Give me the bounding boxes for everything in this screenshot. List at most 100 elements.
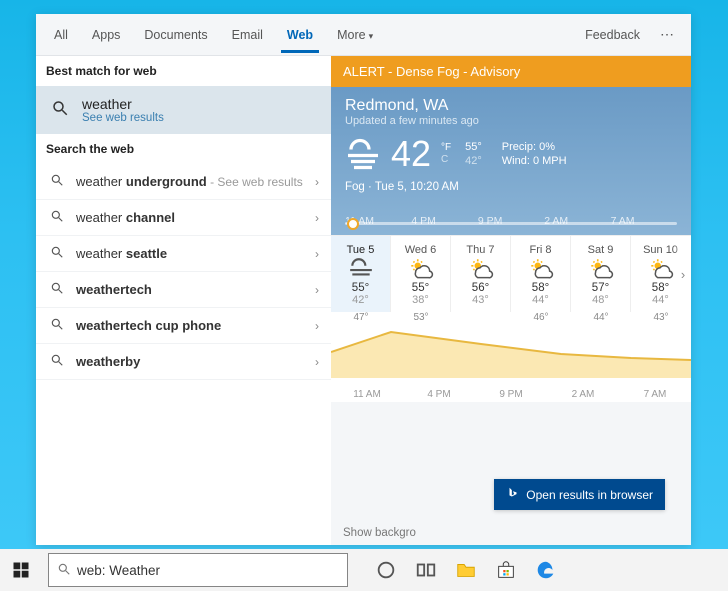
forecast-day-label: Fri 8 xyxy=(511,244,570,256)
web-suggestion[interactable]: weatherby › xyxy=(36,344,331,380)
forecast-day[interactable]: Tue 5 55°42° xyxy=(331,236,391,312)
forecast-hi: 57° xyxy=(571,282,630,294)
chevron-right-icon: › xyxy=(315,175,319,189)
lo-temp: 42° xyxy=(465,154,482,168)
timeline-tick: 9 PM xyxy=(478,215,544,227)
forecast-day[interactable]: Sat 957°48° xyxy=(571,236,631,312)
show-background-label: Show backgro xyxy=(343,527,416,539)
chevron-right-icon: › xyxy=(315,319,319,333)
wind-label: Wind: 0 MPH xyxy=(502,154,567,168)
temperature-chart: 47°53°46°44°43° 11 AM4 PM9 PM2 AM7 AM xyxy=(331,312,691,402)
search-icon xyxy=(48,353,66,370)
timeline-tick: 4 PM xyxy=(411,215,477,227)
suggestion-text: weatherby xyxy=(76,354,305,369)
fog-icon xyxy=(331,256,390,282)
best-match-subtitle: See web results xyxy=(82,112,164,124)
tab-more[interactable]: More▾ xyxy=(325,18,385,52)
tab-all[interactable]: All xyxy=(42,18,80,52)
web-suggestion[interactable]: weather underground - See web results › xyxy=(36,164,331,200)
hi-temp: 55° xyxy=(465,140,482,154)
overflow-menu-icon[interactable]: ⋯ xyxy=(650,26,685,43)
forecast-hi: 55° xyxy=(331,282,390,294)
weather-hero: Redmond, WA Updated a few minutes ago 42… xyxy=(331,87,691,235)
chevron-down-icon: ▾ xyxy=(369,31,374,42)
chevron-right-icon: › xyxy=(315,355,319,369)
search-icon xyxy=(48,245,66,262)
best-match-title: weather xyxy=(82,96,164,112)
forecast-day-label: Thu 7 xyxy=(451,244,510,256)
suggestion-text: weather underground - See web results xyxy=(76,174,305,189)
open-in-browser-button[interactable]: Open results in browser xyxy=(494,479,665,510)
forecast-hi: 56° xyxy=(451,282,510,294)
graph-x-label: 9 PM xyxy=(475,389,547,400)
search-icon xyxy=(48,281,66,298)
slider-track xyxy=(345,222,677,225)
forecast-day[interactable]: Wed 655°38° xyxy=(391,236,451,312)
forecast-lo: 42° xyxy=(331,294,390,306)
sun-icon xyxy=(571,256,630,282)
tab-documents[interactable]: Documents xyxy=(132,18,219,52)
best-match-header: Best match for web xyxy=(36,56,331,86)
filter-tabs: AllAppsDocumentsEmailWebMore▾ Feedback ⋯ xyxy=(36,14,691,56)
sun-icon xyxy=(391,256,450,282)
open-in-browser-label: Open results in browser xyxy=(526,488,653,502)
search-input[interactable] xyxy=(77,563,339,578)
search-panel: AllAppsDocumentsEmailWebMore▾ Feedback ⋯… xyxy=(36,14,691,545)
cortana-icon[interactable] xyxy=(366,549,406,591)
graph-x-label: 7 AM xyxy=(619,389,691,400)
suggestion-text: weathertech xyxy=(76,282,305,297)
location-label: Redmond, WA xyxy=(345,97,677,115)
bing-icon xyxy=(506,486,520,503)
web-suggestion[interactable]: weathertech › xyxy=(36,272,331,308)
forecast-day-label: Wed 6 xyxy=(391,244,450,256)
unit-toggle[interactable]: °F C xyxy=(441,142,451,166)
timeline-tick: 2 AM xyxy=(544,215,610,227)
forecast-day-label: Tue 5 xyxy=(331,244,390,256)
sun-icon xyxy=(451,256,510,282)
search-icon xyxy=(48,173,66,190)
chevron-right-icon: › xyxy=(315,283,319,297)
forecast-day[interactable]: Thu 756°43° xyxy=(451,236,511,312)
web-suggestion[interactable]: weathertech cup phone › xyxy=(36,308,331,344)
taskbar-search[interactable] xyxy=(48,553,348,587)
preview-pane: ALERT - Dense Fog - Advisory Redmond, WA… xyxy=(331,56,691,545)
start-button[interactable] xyxy=(0,561,42,579)
tab-web[interactable]: Web xyxy=(275,18,325,52)
task-view-icon[interactable] xyxy=(406,549,446,591)
best-match-item[interactable]: weather See web results xyxy=(36,86,331,134)
forecast-day[interactable]: Fri 8 58°44° xyxy=(511,236,571,312)
weather-alert[interactable]: ALERT - Dense Fog - Advisory xyxy=(331,56,691,87)
unit-f[interactable]: °F xyxy=(441,142,451,154)
unit-c[interactable]: C xyxy=(441,154,451,166)
tab-email[interactable]: Email xyxy=(220,18,275,52)
search-icon xyxy=(48,209,66,226)
forecast-next-icon[interactable]: › xyxy=(675,236,691,312)
suggestion-text: weather seattle xyxy=(76,246,305,261)
forecast-hi: 55° xyxy=(391,282,450,294)
suggestion-text: weathertech cup phone xyxy=(76,318,305,333)
search-web-header: Search the web xyxy=(36,134,331,164)
hourly-slider[interactable]: 11 AM4 PM9 PM2 AM7 AM xyxy=(345,203,677,227)
forecast-lo: 44° xyxy=(511,294,570,306)
file-explorer-icon[interactable] xyxy=(446,549,486,591)
search-icon xyxy=(57,562,71,579)
forecast-hi: 58° xyxy=(511,282,570,294)
edge-icon[interactable] xyxy=(526,549,566,591)
web-suggestion[interactable]: weather seattle › xyxy=(36,236,331,272)
fog-icon xyxy=(345,136,381,172)
timeline-tick: 7 AM xyxy=(611,215,677,227)
forecast-day-label: Sat 9 xyxy=(571,244,630,256)
feedback-link[interactable]: Feedback xyxy=(575,28,650,42)
chevron-right-icon: › xyxy=(315,211,319,225)
taskbar xyxy=(0,549,728,591)
tab-apps[interactable]: Apps xyxy=(80,18,133,52)
results-list: Best match for web weather See web resul… xyxy=(36,56,331,545)
graph-x-label: 11 AM xyxy=(331,389,403,400)
chevron-right-icon: › xyxy=(315,247,319,261)
forecast-row: Tue 555°42°Wed 655°38°Thu 756°43°Fri 858… xyxy=(331,235,691,312)
slider-handle[interactable] xyxy=(347,218,359,230)
store-icon[interactable] xyxy=(486,549,526,591)
suggestion-text: weather channel xyxy=(76,210,305,225)
web-suggestion[interactable]: weather channel › xyxy=(36,200,331,236)
search-icon xyxy=(48,317,66,334)
